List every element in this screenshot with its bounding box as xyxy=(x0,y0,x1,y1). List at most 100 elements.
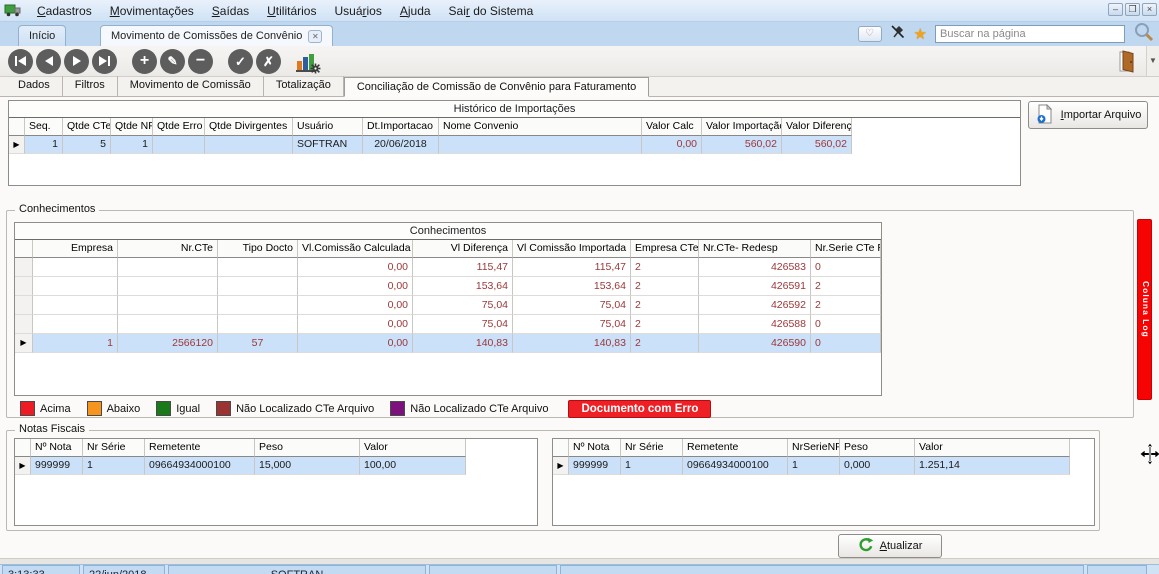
toolbar-overflow-chevron[interactable]: ▼ xyxy=(1146,46,1159,76)
table-cell[interactable]: 1 xyxy=(33,334,118,353)
column-header[interactable]: Nº Nota xyxy=(31,439,83,457)
table-row[interactable]: ▶99999910966493400010015,000100,00 xyxy=(15,457,537,475)
table-cell[interactable] xyxy=(118,315,218,334)
pin-disabled-icon[interactable] xyxy=(890,24,906,45)
table-row[interactable]: ▶99999910966493400010010,0001.251,14 xyxy=(553,457,1094,475)
table-cell[interactable]: 75,04 xyxy=(413,315,513,334)
column-header[interactable]: Remetente xyxy=(145,439,255,457)
importar-arquivo-button[interactable]: Importar Arquivo xyxy=(1028,101,1148,129)
column-header[interactable]: Nr Série xyxy=(621,439,683,457)
notas-fiscais-right-grid[interactable]: Nº NotaNr SérieRemetenteNrSerieNFPesoVal… xyxy=(552,438,1095,526)
menu-item-1[interactable]: Movimentações xyxy=(101,2,203,20)
table-cell[interactable]: 1.251,14 xyxy=(915,457,1070,475)
column-header[interactable]: Valor xyxy=(360,439,466,457)
confirm-button[interactable]: ✓ xyxy=(228,49,253,74)
table-row[interactable]: 0,0075,0475,0424265880 xyxy=(15,315,881,334)
column-header[interactable]: Tipo Docto xyxy=(218,240,298,258)
table-cell[interactable]: 140,83 xyxy=(513,334,631,353)
table-cell[interactable] xyxy=(218,315,298,334)
atualizar-button[interactable]: Atualizar xyxy=(838,534,942,558)
table-cell[interactable]: 426592 xyxy=(699,296,811,315)
favorites-star-icon[interactable]: ★ xyxy=(914,27,927,42)
restore-button[interactable]: ❒ xyxy=(1125,3,1140,16)
table-cell[interactable] xyxy=(205,136,293,154)
table-cell[interactable] xyxy=(218,258,298,277)
column-header[interactable]: Empresa CTe xyxy=(631,240,699,258)
column-header[interactable]: Qtde Erro xyxy=(153,118,205,136)
table-cell[interactable]: 2 xyxy=(631,277,699,296)
table-cell[interactable]: 115,47 xyxy=(413,258,513,277)
search-magnifier-icon[interactable] xyxy=(1133,22,1155,47)
table-cell[interactable] xyxy=(439,136,642,154)
table-cell[interactable] xyxy=(33,258,118,277)
column-header[interactable]: Valor Calc xyxy=(642,118,702,136)
column-header[interactable]: Vl Comissão Importada xyxy=(513,240,631,258)
table-cell[interactable]: 426591 xyxy=(699,277,811,296)
table-cell[interactable]: 115,47 xyxy=(513,258,631,277)
table-cell[interactable]: 999999 xyxy=(569,457,621,475)
column-header[interactable]: Qtde NF xyxy=(111,118,153,136)
favorites-heart-icon[interactable]: ♡ xyxy=(858,26,882,42)
tab-concilia-o-de-comiss-o-de-conv-nio-para-faturamento[interactable]: Conciliação de Comissão de Convênio para… xyxy=(344,77,649,97)
chart-settings-icon[interactable] xyxy=(295,49,321,74)
column-header[interactable]: Nr.Serie CTe Redesp xyxy=(811,240,881,258)
search-input[interactable] xyxy=(935,25,1125,43)
column-header[interactable]: Valor xyxy=(915,439,1070,457)
table-cell[interactable]: 140,83 xyxy=(413,334,513,353)
table-row[interactable]: 0,00153,64153,6424265912 xyxy=(15,277,881,296)
column-header[interactable]: Vl Diferença xyxy=(413,240,513,258)
column-header[interactable]: Peso xyxy=(255,439,360,457)
column-header[interactable]: Dt.Importacao xyxy=(363,118,439,136)
table-cell[interactable]: 1 xyxy=(83,457,145,475)
table-cell[interactable]: 75,04 xyxy=(413,296,513,315)
table-cell[interactable]: 2 xyxy=(811,296,881,315)
document-tab-0[interactable]: Início xyxy=(18,25,66,46)
next-record-button[interactable] xyxy=(64,49,89,74)
tab-dados[interactable]: Dados xyxy=(6,76,63,96)
menu-item-4[interactable]: Usuários xyxy=(325,2,390,20)
table-cell[interactable]: 0 xyxy=(811,334,881,353)
column-header[interactable]: Usuário xyxy=(293,118,363,136)
column-header[interactable]: Qtde CTe xyxy=(63,118,111,136)
column-header[interactable]: Valor Importação xyxy=(702,118,782,136)
table-cell[interactable]: 09664934000100 xyxy=(683,457,788,475)
table-row[interactable]: ▶151SOFTRAN20/06/20180,00560,02560,02 xyxy=(9,136,1020,154)
minimize-button[interactable]: – xyxy=(1108,3,1123,16)
close-button[interactable]: × xyxy=(1142,3,1157,16)
table-cell[interactable] xyxy=(118,296,218,315)
column-header[interactable]: Qtde Divirgentes xyxy=(205,118,293,136)
tab-close-icon[interactable]: ✕ xyxy=(308,30,322,43)
table-cell[interactable]: 153,64 xyxy=(413,277,513,296)
table-cell[interactable]: SOFTRAN xyxy=(293,136,363,154)
table-cell[interactable]: 09664934000100 xyxy=(145,457,255,475)
historico-importacoes-grid[interactable]: Histórico de ImportaçõesSeq.Qtde CTeQtde… xyxy=(8,100,1021,186)
menu-item-5[interactable]: Ajuda xyxy=(391,2,440,20)
documento-com-erro-badge[interactable]: Documento com Erro xyxy=(568,400,711,418)
menu-item-2[interactable]: Saídas xyxy=(203,2,258,20)
exit-door-icon[interactable] xyxy=(1115,49,1139,74)
table-cell[interactable]: 0,00 xyxy=(642,136,702,154)
table-cell[interactable]: 153,64 xyxy=(513,277,631,296)
table-cell[interactable]: 2 xyxy=(631,258,699,277)
column-header[interactable]: NrSerieNF xyxy=(788,439,840,457)
table-cell[interactable] xyxy=(218,277,298,296)
table-cell[interactable] xyxy=(33,296,118,315)
table-cell[interactable]: 5 xyxy=(63,136,111,154)
table-cell[interactable]: 100,00 xyxy=(360,457,466,475)
table-cell[interactable]: 999999 xyxy=(31,457,83,475)
table-cell[interactable] xyxy=(218,296,298,315)
table-row[interactable]: 0,00115,47115,4724265830 xyxy=(15,258,881,277)
column-header[interactable]: Nr.CTe- Redesp xyxy=(699,240,811,258)
column-header[interactable]: Nr.CTe xyxy=(118,240,218,258)
menu-item-0[interactable]: Cadastros xyxy=(28,2,101,20)
table-cell[interactable]: 2 xyxy=(631,334,699,353)
table-cell[interactable]: 2 xyxy=(631,315,699,334)
table-cell[interactable]: 1 xyxy=(621,457,683,475)
table-cell[interactable]: 15,000 xyxy=(255,457,360,475)
column-header[interactable]: Empresa xyxy=(33,240,118,258)
table-cell[interactable] xyxy=(153,136,205,154)
table-cell[interactable] xyxy=(33,315,118,334)
document-tab-1[interactable]: Movimento de Comissões de Convênio ✕ xyxy=(100,25,333,46)
cancel-button[interactable]: ✗ xyxy=(256,49,281,74)
column-header[interactable]: Valor Diferença xyxy=(782,118,852,136)
